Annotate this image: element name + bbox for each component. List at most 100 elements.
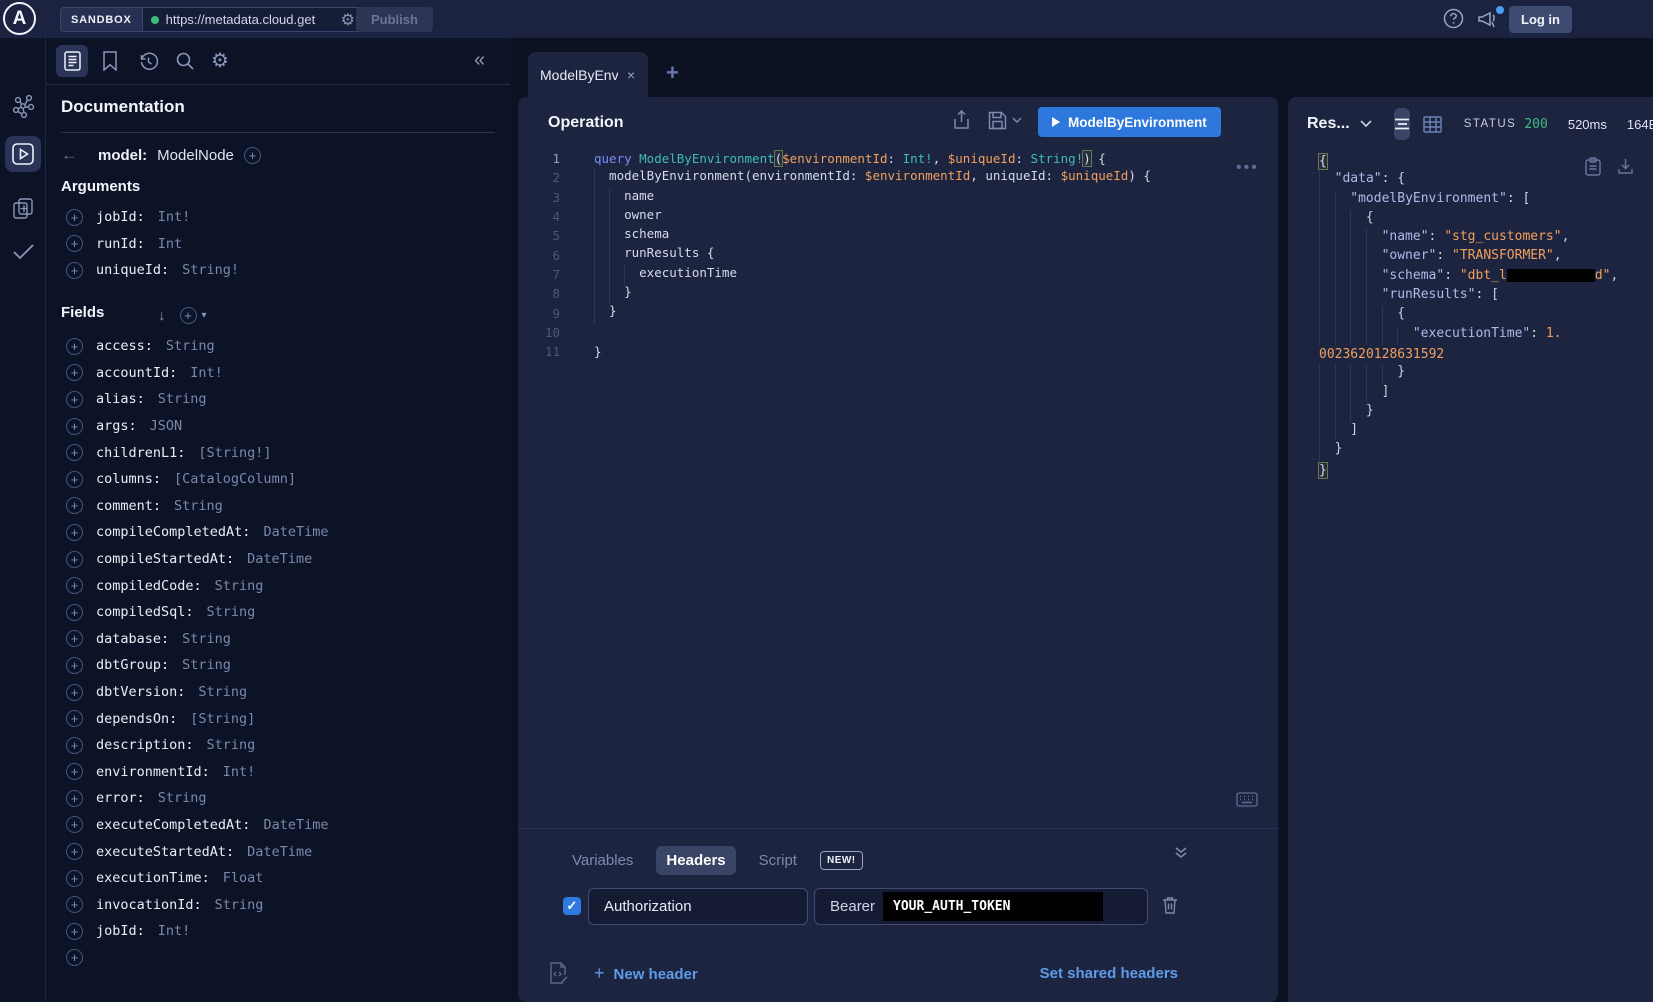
add-field-button[interactable]: +: [66, 923, 83, 940]
field-type[interactable]: String: [198, 684, 247, 700]
add-field-button[interactable]: +: [66, 763, 83, 780]
settings-gear-icon[interactable]: ⚙: [211, 48, 229, 73]
field-type[interactable]: Int!: [190, 365, 223, 381]
share-operation-icon[interactable]: [953, 110, 970, 130]
add-field-button[interactable]: +: [66, 338, 83, 355]
bookmarks-icon[interactable]: [102, 51, 118, 71]
endpoint-settings-gear-icon[interactable]: ⚙: [341, 10, 355, 30]
field-type[interactable]: String!: [182, 262, 239, 278]
field-type[interactable]: String: [174, 498, 223, 514]
field-type[interactable]: String: [207, 737, 256, 753]
add-field-button[interactable]: +: [66, 209, 83, 226]
field-type[interactable]: [CatalogColumn]: [174, 471, 296, 487]
field-name[interactable]: childrenL1:: [96, 445, 185, 461]
add-all-fields-button[interactable]: +: [180, 307, 197, 324]
collapse-bottom-panel-icon[interactable]: [1173, 846, 1189, 860]
field-name[interactable]: jobId:: [96, 923, 145, 939]
field-name[interactable]: runId:: [96, 236, 145, 252]
add-field-button[interactable]: +: [66, 444, 83, 461]
field-type[interactable]: DateTime: [247, 844, 312, 860]
field-type[interactable]: Int!: [223, 764, 256, 780]
checks-icon[interactable]: [11, 242, 36, 262]
response-dropdown-chevron-icon[interactable]: [1360, 120, 1372, 128]
response-json[interactable]: {"data": {"modelByEnvironment": [{"name"…: [1319, 152, 1639, 480]
tab-script[interactable]: Script: [749, 846, 807, 875]
delete-header-icon[interactable]: [1162, 896, 1178, 915]
field-name[interactable]: executionTime:: [96, 870, 210, 886]
add-field-button[interactable]: +: [66, 710, 83, 727]
field-type[interactable]: DateTime: [247, 551, 312, 567]
schema-graph-icon[interactable]: [11, 94, 35, 120]
add-field-button[interactable]: +: [66, 524, 83, 541]
add-field-button[interactable]: +: [66, 949, 83, 966]
field-name[interactable]: comment:: [96, 498, 161, 514]
documentation-tab-icon[interactable]: [64, 51, 81, 71]
search-icon[interactable]: [175, 51, 195, 71]
field-name[interactable]: compiledSql:: [96, 604, 194, 620]
expand-rail-icon[interactable]: »: [11, 996, 22, 1002]
field-name[interactable]: compileStartedAt:: [96, 551, 234, 567]
field-type[interactable]: [String]: [190, 711, 255, 727]
collapse-doc-panel-icon[interactable]: «: [474, 49, 485, 72]
save-operation-group[interactable]: [988, 111, 1022, 130]
field-type[interactable]: Int!: [158, 923, 191, 939]
field-type[interactable]: String: [215, 578, 264, 594]
field-type[interactable]: JSON: [150, 418, 183, 434]
field-type[interactable]: String: [182, 631, 231, 647]
header-value-input[interactable]: Bearer YOUR_AUTH_TOKEN: [814, 888, 1148, 925]
graphql-editor[interactable]: 1query ModelByEnvironment($environmentId…: [518, 149, 1278, 361]
field-name[interactable]: columns:: [96, 471, 161, 487]
set-shared-headers-link[interactable]: Set shared headers: [1040, 965, 1178, 982]
help-icon[interactable]: [1443, 8, 1464, 29]
field-name[interactable]: uniqueId:: [96, 262, 169, 278]
field-name[interactable]: accountId:: [96, 365, 177, 381]
keyboard-shortcuts-icon[interactable]: [1236, 792, 1258, 807]
endpoint-url-input[interactable]: https://metadata.cloud.get ⚙: [143, 8, 368, 31]
field-type[interactable]: Float: [223, 870, 264, 886]
table-view-toggle[interactable]: [1423, 116, 1442, 133]
back-arrow-icon[interactable]: ←: [61, 145, 78, 165]
add-field-button[interactable]: +: [66, 790, 83, 807]
add-field-button[interactable]: +: [66, 896, 83, 913]
login-button[interactable]: Log in: [1509, 6, 1572, 33]
field-name[interactable]: alias:: [96, 391, 145, 407]
changelog-pages-icon[interactable]: [11, 196, 35, 222]
field-name[interactable]: compiledCode:: [96, 578, 202, 594]
field-type[interactable]: String: [166, 338, 215, 354]
add-fields-chevron-icon[interactable]: ▾: [202, 310, 207, 321]
add-field-button[interactable]: +: [66, 870, 83, 887]
add-field-button[interactable]: +: [66, 604, 83, 621]
field-name[interactable]: executeCompletedAt:: [96, 817, 250, 833]
field-type[interactable]: Int!: [158, 209, 191, 225]
add-field-button[interactable]: +: [66, 262, 83, 279]
add-field-button[interactable]: +: [66, 577, 83, 594]
sort-fields-icon[interactable]: ↓: [158, 307, 166, 324]
field-name[interactable]: dbtVersion:: [96, 684, 185, 700]
field-type[interactable]: DateTime: [263, 817, 328, 833]
add-field-button[interactable]: +: [66, 364, 83, 381]
field-type[interactable]: String: [182, 657, 231, 673]
header-key-input[interactable]: Authorization: [588, 888, 808, 925]
formatted-view-toggle[interactable]: [1394, 108, 1410, 140]
field-name[interactable]: compileCompletedAt:: [96, 524, 250, 540]
header-enabled-checkbox[interactable]: ✓: [563, 897, 581, 915]
operation-tab[interactable]: ModelByEnvi... ×: [528, 52, 648, 97]
field-name[interactable]: dbtGroup:: [96, 657, 169, 673]
add-field-button[interactable]: +: [66, 737, 83, 754]
header-script-icon[interactable]: [549, 962, 568, 984]
field-type[interactable]: String: [207, 604, 256, 620]
tab-headers[interactable]: Headers: [656, 846, 735, 875]
new-header-button[interactable]: +New header: [594, 963, 698, 984]
close-tab-icon[interactable]: ×: [627, 67, 635, 83]
apollo-logo-icon[interactable]: A: [3, 2, 36, 35]
explorer-icon[interactable]: [11, 142, 35, 166]
field-name[interactable]: database:: [96, 631, 169, 647]
add-field-button[interactable]: +: [66, 843, 83, 860]
field-type[interactable]: String: [215, 897, 264, 913]
tab-variables[interactable]: Variables: [562, 846, 643, 875]
publish-button[interactable]: Publish: [356, 7, 433, 32]
add-to-query-button[interactable]: +: [244, 147, 261, 164]
response-title[interactable]: Res...: [1307, 115, 1350, 133]
field-name[interactable]: environmentId:: [96, 764, 210, 780]
breadcrumb-type[interactable]: ModelNode: [157, 147, 234, 164]
